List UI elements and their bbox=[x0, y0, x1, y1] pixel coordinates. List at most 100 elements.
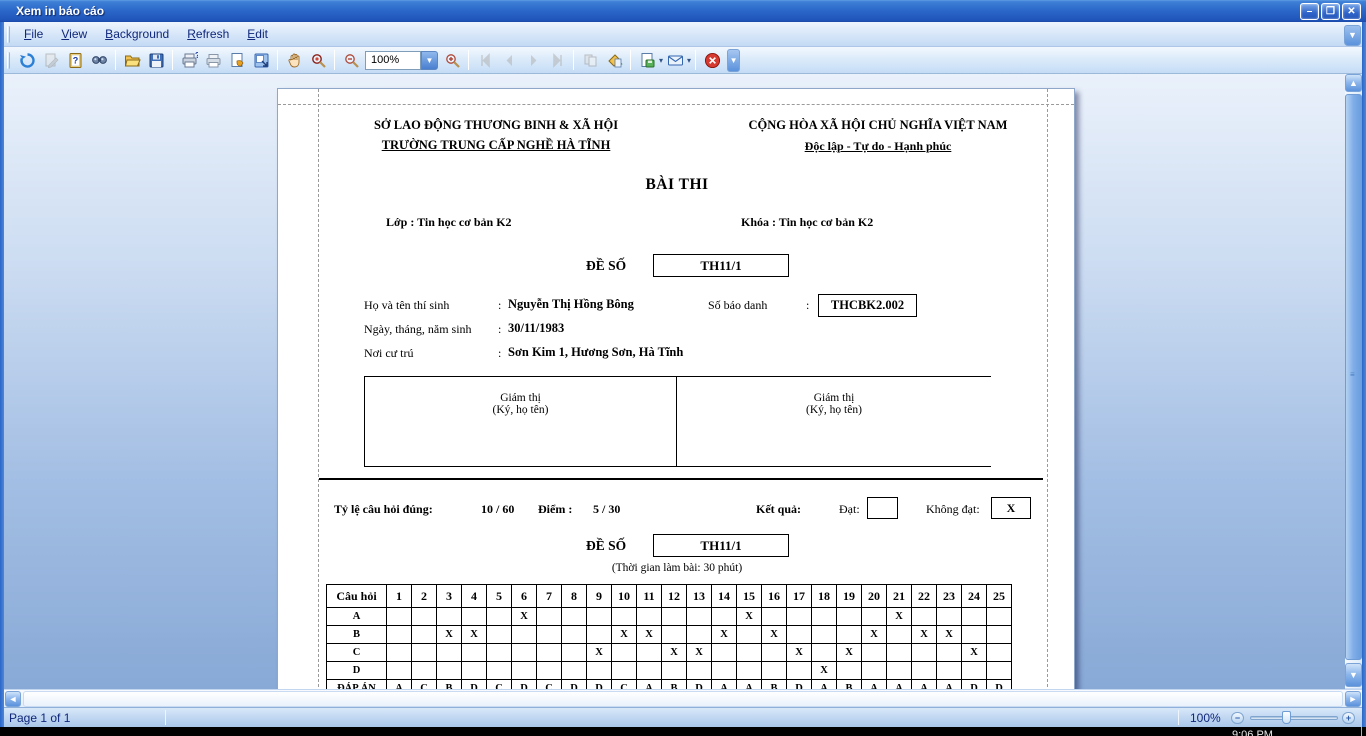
grid-cell bbox=[412, 662, 437, 680]
grid-cell bbox=[537, 644, 562, 662]
zoom-tool-icon[interactable] bbox=[307, 49, 329, 71]
exam-code-label-2: ĐỀ SỐ bbox=[586, 538, 626, 554]
score-value: 5 / 30 bbox=[593, 502, 620, 517]
grid-cell: X bbox=[812, 662, 837, 680]
titlebar: Xem in báo cáo – ❐ ✕ bbox=[0, 0, 1366, 22]
grid-cell bbox=[837, 626, 862, 644]
grid-cell bbox=[712, 644, 737, 662]
toolbar-overflow-chevron-icon[interactable]: ▼ bbox=[727, 49, 740, 72]
menu-view[interactable]: View bbox=[52, 23, 96, 45]
grid-cell: 11 bbox=[637, 585, 662, 608]
field-value: Sơn Kim 1, Hương Sơn, Hà Tĩnh bbox=[508, 345, 683, 360]
org-right-line2: Độc lập - Tự do - Hạnh phúc bbox=[728, 139, 1028, 154]
field-label: Nơi cư trú bbox=[364, 346, 414, 361]
grid-cell bbox=[887, 644, 912, 662]
next-page-icon[interactable] bbox=[522, 49, 544, 71]
grid-cell: C bbox=[487, 680, 512, 690]
close-preview-icon[interactable] bbox=[701, 49, 723, 71]
zoom-slider-minus-icon[interactable]: − bbox=[1231, 712, 1244, 724]
table-row: Câu hỏi123456789101112131415161718192021… bbox=[327, 585, 1012, 608]
print-icon[interactable] bbox=[202, 49, 224, 71]
grid-cell bbox=[737, 626, 762, 644]
email-dropdown-chevron-icon[interactable]: ▾ bbox=[687, 56, 691, 65]
zoom-level-value[interactable]: 100% bbox=[365, 51, 421, 70]
menu-refresh[interactable]: Refresh bbox=[178, 23, 238, 45]
find-icon[interactable] bbox=[88, 49, 110, 71]
class-line: Lớp : Tin học cơ bản K2 bbox=[386, 215, 512, 230]
candidate-no-colon: : bbox=[806, 298, 809, 313]
grid-cell bbox=[812, 644, 837, 662]
menu-edit[interactable]: Edit bbox=[238, 23, 277, 45]
scroll-down-icon[interactable]: ▼ bbox=[1345, 663, 1362, 687]
prev-page-icon[interactable] bbox=[498, 49, 520, 71]
page-setup-icon[interactable] bbox=[226, 49, 248, 71]
menu-background[interactable]: Background bbox=[96, 23, 178, 45]
scroll-left-icon[interactable]: ◄ bbox=[5, 691, 21, 707]
grid-cell bbox=[412, 626, 437, 644]
grid-cell: X bbox=[862, 626, 887, 644]
grid-cell bbox=[987, 662, 1012, 680]
zoom-slider-plus-icon[interactable]: + bbox=[1342, 712, 1355, 724]
export-save-icon[interactable] bbox=[636, 49, 658, 71]
edit-page-icon[interactable] bbox=[40, 49, 62, 71]
pan-hand-icon[interactable] bbox=[283, 49, 305, 71]
grid-cell: A bbox=[887, 680, 912, 690]
scroll-right-icon[interactable]: ► bbox=[1345, 691, 1361, 707]
first-page-icon[interactable] bbox=[474, 49, 496, 71]
candidate-no-label: Số báo danh bbox=[708, 298, 767, 313]
grid-cell bbox=[587, 608, 612, 626]
zoom-out-icon[interactable] bbox=[340, 49, 362, 71]
close-button[interactable]: ✕ bbox=[1342, 3, 1361, 20]
menubar-grip bbox=[7, 26, 10, 43]
print-dialog-icon[interactable]: ? bbox=[178, 49, 200, 71]
grid-cell bbox=[637, 662, 662, 680]
menubar: File View Background Refresh Edit ▼ bbox=[4, 22, 1362, 47]
refresh-icon[interactable] bbox=[16, 49, 38, 71]
zoom-slider-track[interactable] bbox=[1250, 716, 1338, 720]
save-icon[interactable] bbox=[145, 49, 167, 71]
grid-cell: 10 bbox=[612, 585, 637, 608]
shrink-to-fit-icon[interactable] bbox=[250, 49, 272, 71]
email-icon[interactable] bbox=[664, 49, 686, 71]
scroll-up-icon[interactable]: ▲ bbox=[1345, 74, 1362, 92]
horizontal-scrollbar-thumb[interactable] bbox=[23, 691, 1343, 707]
grid-cell: 4 bbox=[462, 585, 487, 608]
window-border-left bbox=[0, 22, 4, 727]
zoom-in-icon[interactable] bbox=[441, 49, 463, 71]
org-right-line1: CỘNG HÒA XÃ HỘI CHỦ NGHĨA VIỆT NAM bbox=[728, 118, 1028, 133]
zoom-dropdown-chevron-icon[interactable]: ▼ bbox=[421, 51, 438, 70]
menu-file[interactable]: File bbox=[15, 23, 52, 45]
grid-cell: D bbox=[587, 680, 612, 690]
minimize-button[interactable]: – bbox=[1300, 3, 1319, 20]
statusbar: Page 1 of 1 100% − + bbox=[0, 707, 1366, 727]
vertical-scrollbar[interactable]: ▲ ≡ ▼ bbox=[1345, 74, 1362, 688]
table-row: CXXXXXX bbox=[327, 644, 1012, 662]
grid-cell: X bbox=[462, 626, 487, 644]
export-dropdown-chevron-icon[interactable]: ▾ bbox=[659, 56, 663, 65]
grid-cell bbox=[537, 608, 562, 626]
vertical-scrollbar-thumb[interactable]: ≡ bbox=[1345, 94, 1362, 660]
table-row: BXXXXXXXXX bbox=[327, 626, 1012, 644]
grid-cell: X bbox=[762, 626, 787, 644]
open-icon[interactable] bbox=[121, 49, 143, 71]
field-colon: : bbox=[498, 346, 501, 361]
last-page-icon[interactable] bbox=[546, 49, 568, 71]
menubar-overflow-chevron-icon[interactable]: ▼ bbox=[1344, 25, 1361, 46]
horizontal-scrollbar[interactable]: ◄ ► bbox=[4, 689, 1362, 707]
watermark-icon[interactable] bbox=[579, 49, 601, 71]
properties-icon[interactable]: ? bbox=[64, 49, 86, 71]
grid-cell: X bbox=[837, 644, 862, 662]
preview-area[interactable]: SỞ LAO ĐỘNG THƯƠNG BINH & XÃ HỘI TRƯỜNG … bbox=[4, 74, 1345, 689]
grid-cell: A bbox=[812, 680, 837, 690]
zoom-slider-thumb[interactable] bbox=[1282, 711, 1291, 724]
grid-cell bbox=[812, 608, 837, 626]
background-fill-icon[interactable] bbox=[603, 49, 625, 71]
grid-cell: X bbox=[512, 608, 537, 626]
grid-cell bbox=[562, 626, 587, 644]
restore-button[interactable]: ❐ bbox=[1321, 3, 1340, 20]
table-row: DX bbox=[327, 662, 1012, 680]
grid-cell bbox=[612, 608, 637, 626]
grid-cell: D bbox=[462, 680, 487, 690]
grid-cell: A bbox=[912, 680, 937, 690]
statusbar-zoom-label: 100% bbox=[1190, 711, 1221, 725]
